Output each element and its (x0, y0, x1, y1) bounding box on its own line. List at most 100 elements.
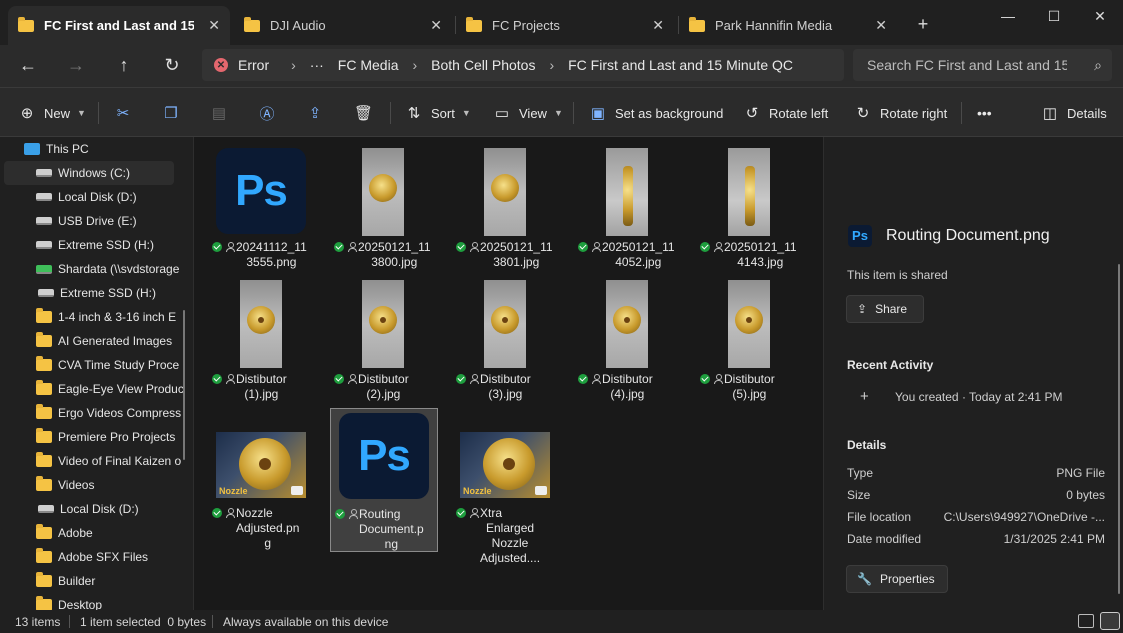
file-item[interactable]: 20250121_11 4143.jpg (696, 144, 804, 270)
property-key: File location (847, 510, 912, 524)
brass-part-graphic (491, 174, 519, 202)
file-name-line: (3).jpg (488, 387, 523, 401)
rename-button[interactable]: Ⓐ (258, 88, 284, 138)
sidebar-item[interactable]: Video of Final Kaizen o (0, 449, 193, 473)
set-as-background-button[interactable]: ▣ Set as background (589, 88, 724, 138)
view-icon: ▭ (494, 105, 510, 122)
sidebar-item[interactable]: Shardata (\\svdstorage (0, 257, 193, 281)
share-button[interactable]: ⇪ Share (846, 295, 924, 323)
sidebar-item[interactable]: Desktop (0, 593, 193, 610)
file-item[interactable]: Nozzle Xtra Enlarged Nozzle Adjusted.... (452, 408, 560, 565)
sidebar-item[interactable]: Extreme SSD (H:) (0, 233, 193, 257)
file-item[interactable]: Distibutor (1).jpg (208, 276, 316, 402)
close-icon[interactable]: ✕ (208, 17, 220, 34)
sidebar-item[interactable]: Local Disk (D:) (0, 185, 193, 209)
file-item[interactable]: Ps 20241112_11 3555.png (208, 144, 316, 270)
sidebar-item[interactable]: AI Generated Images (0, 329, 193, 353)
rotate-right-icon: ↻ (856, 105, 870, 122)
close-icon[interactable]: ✕ (652, 17, 664, 34)
image-thumbnail (484, 280, 526, 368)
error-icon: ✕ (214, 58, 228, 72)
file-item[interactable]: 20250121_11 3800.jpg (330, 144, 438, 270)
view-button[interactable]: ▭ View ▼ (493, 88, 563, 138)
maximize-button[interactable]: ☐ (1031, 4, 1077, 28)
tab-dji-audio[interactable]: DJI Audio ✕ (234, 6, 452, 45)
image-icon: ▣ (590, 105, 606, 122)
folder-icon (36, 404, 52, 419)
refresh-button[interactable]: ↻ (158, 53, 186, 77)
sidebar-item[interactable]: Eagle-Eye View Produc (0, 377, 193, 401)
shared-person-icon (348, 374, 357, 384)
forward-button[interactable]: → (62, 53, 90, 77)
paste-button[interactable]: ▤ (210, 88, 236, 138)
file-item[interactable]: Distibutor (4).jpg (574, 276, 682, 402)
file-item[interactable]: Distibutor (5).jpg (696, 276, 804, 402)
up-button[interactable]: ↑ (110, 53, 138, 77)
breadcrumb-both-cell-photos[interactable]: Both Cell Photos (431, 57, 535, 73)
copy-button[interactable]: ❐ (162, 88, 188, 138)
sidebar-item[interactable]: Builder (0, 569, 193, 593)
sidebar-item-label: This PC (46, 142, 89, 156)
address-bar[interactable]: ✕ Error › ··· FC Media › Both Cell Photo… (202, 49, 844, 81)
delete-button[interactable]: 🗑 (354, 88, 380, 138)
search-input[interactable]: Search FC First and Last and 15 Minute Q… (853, 49, 1112, 81)
file-name: Routing Document.p ng (331, 507, 439, 552)
details-view-icon[interactable] (1078, 614, 1094, 628)
share-button[interactable]: ⇪ (306, 88, 332, 138)
sidebar-item[interactable]: Ergo Videos Compress (0, 401, 193, 425)
brass-part-graphic (745, 166, 755, 226)
minimize-button[interactable]: — (985, 4, 1031, 28)
file-name-line: g (264, 536, 272, 550)
status-separator (212, 615, 213, 628)
toolbar-separator (573, 102, 574, 124)
cut-button[interactable]: ✂ (114, 88, 140, 138)
breadcrumb-error[interactable]: Error (238, 57, 269, 73)
sidebar-item[interactable]: Windows (C:) (4, 161, 174, 185)
details-button[interactable]: ◫ Details (1041, 88, 1107, 138)
sidebar-item[interactable]: Adobe (0, 521, 193, 545)
sidebar-item[interactable]: 1-4 inch & 3-16 inch E (0, 305, 193, 329)
close-icon[interactable]: ✕ (430, 17, 442, 34)
status-marks (452, 372, 480, 402)
details-heading: Details (847, 438, 887, 452)
breadcrumb-more[interactable]: ··· (310, 57, 324, 73)
tab-fc-projects[interactable]: FC Projects ✕ (456, 6, 674, 45)
tab-fc-first-last[interactable]: FC First and Last and 15 Minute QC ✕ (8, 6, 230, 45)
new-tab-button[interactable]: + (900, 12, 946, 36)
sidebar-scrollbar[interactable] (183, 310, 185, 460)
more-options-button[interactable]: ••• (977, 88, 992, 138)
sidebar-item[interactable]: This PC (0, 137, 193, 161)
drive-icon (36, 217, 52, 225)
file-name-line: 3801.jpg (493, 255, 540, 269)
sidebar-item[interactable]: CVA Time Study Proce (0, 353, 193, 377)
close-icon[interactable]: ✕ (875, 17, 887, 34)
large-icons-view-icon[interactable] (1100, 612, 1120, 630)
sidebar-item[interactable]: USB Drive (E:) (0, 209, 193, 233)
sidebar-item[interactable]: Videos (0, 473, 193, 497)
file-name-line: 4052.jpg (615, 255, 662, 269)
rotate-left-button[interactable]: ↺ Rotate left (743, 88, 829, 138)
file-item[interactable]: Distibutor (2).jpg (330, 276, 438, 402)
new-button[interactable]: ⊕ New ▼ (18, 88, 86, 138)
chevron-down-icon: ▼ (553, 108, 563, 118)
sidebar-item[interactable]: Adobe SFX Files (0, 545, 193, 569)
sidebar-item[interactable]: Premiere Pro Projects (0, 425, 193, 449)
file-item[interactable]: Nozzle Nozzle Adjusted.pn g (208, 408, 316, 552)
tab-park-hannifin[interactable]: Park Hannifin Media ✕ (679, 6, 897, 45)
sidebar-item[interactable]: Extreme SSD (H:) (0, 281, 193, 305)
details-scrollbar[interactable] (1118, 264, 1120, 594)
file-item[interactable]: Ps Routing Document.p ng (330, 408, 438, 552)
file-item[interactable]: Distibutor (3).jpg (452, 276, 560, 402)
sort-button[interactable]: ⇅ Sort ▼ (405, 88, 471, 138)
close-window-button[interactable]: ✕ (1077, 4, 1123, 28)
file-name: Distibutor (5).jpg (696, 372, 804, 402)
rotate-right-button[interactable]: ↻ Rotate right (854, 88, 948, 138)
synced-check-icon (334, 242, 344, 252)
properties-button[interactable]: 🔧 Properties (846, 565, 948, 593)
back-button[interactable]: ← (14, 53, 42, 77)
breadcrumb-fc-media[interactable]: FC Media (338, 57, 399, 73)
file-item[interactable]: 20250121_11 4052.jpg (574, 144, 682, 270)
breadcrumb-current-folder[interactable]: FC First and Last and 15 Minute QC (568, 57, 793, 73)
sidebar-item[interactable]: Local Disk (D:) (0, 497, 193, 521)
file-item[interactable]: 20250121_11 3801.jpg (452, 144, 560, 270)
